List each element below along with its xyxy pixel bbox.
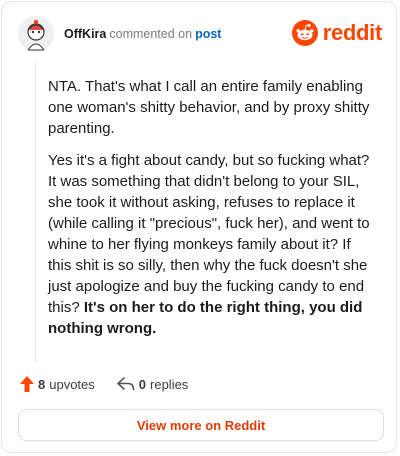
reddit-snoo-icon [291,20,318,46]
reply-arrow-icon [116,377,135,391]
reply-count: 0 [138,376,147,392]
upvote-label: upvotes [49,376,95,392]
comment-actions: 8 upvotes 0 replies [20,374,210,394]
comment-header: OffKira commented on post reddit [18,16,382,54]
comment-meta: OffKira commented on post [64,27,221,41]
upvote-count: 8 [38,376,46,392]
comment-bold-text: It's on her to do the right thing, you d… [48,299,363,337]
comment-paragraph-text: Yes it's a fight about candy, but so fuc… [48,152,370,316]
comment-embed-card: OffKira commented on post reddit NTA. That… [1,1,397,453]
user-avatar[interactable] [18,16,54,52]
commented-on-text: commented on [109,27,193,41]
comment-paragraph: Yes it's a fight about candy, but so fuc… [48,150,378,339]
reddit-logo[interactable]: reddit [291,19,383,47]
reply-label: replies [150,376,189,392]
reddit-wordmark: reddit [322,20,383,45]
comment-body: NTA. That's what I call an entire family… [48,76,378,350]
comment-paragraph: NTA. That's what I call an entire family… [48,78,370,137]
upvote-button[interactable]: 8 upvotes [20,376,95,392]
replies-button[interactable]: 0 replies [116,376,189,392]
thread-line [35,62,36,362]
upvote-arrow-icon [20,376,34,392]
post-link[interactable]: post [195,27,221,41]
author-username[interactable]: OffKira [64,27,106,41]
view-more-on-reddit-button[interactable]: View more on Reddit [18,409,384,441]
